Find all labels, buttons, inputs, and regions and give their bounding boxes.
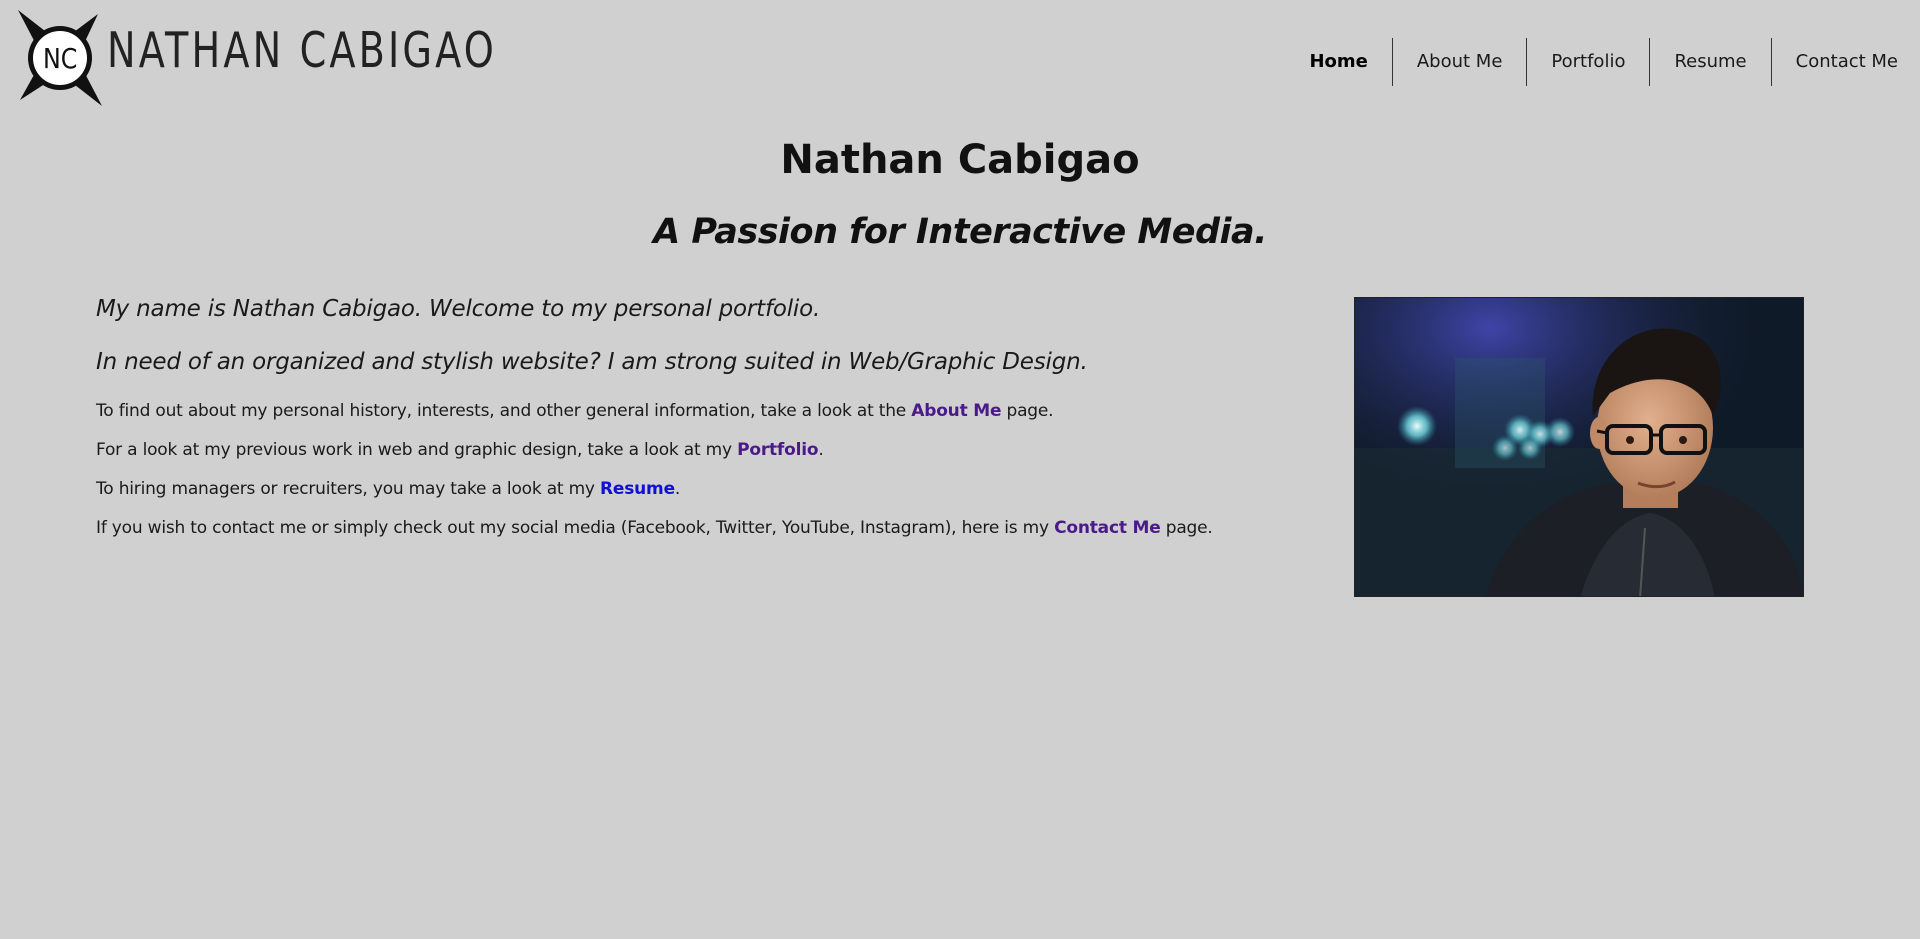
- resume-paragraph: To hiring managers or recruiters, you ma…: [96, 478, 1326, 500]
- about-paragraph: To find out about my personal history, i…: [96, 400, 1326, 422]
- portrait-photo: [1354, 297, 1804, 597]
- logo-icon[interactable]: NC: [10, 8, 110, 108]
- page-tagline: A Passion for Interactive Media.: [653, 212, 1267, 252]
- page-title: Nathan Cabigao: [780, 137, 1140, 183]
- contact-me-link[interactable]: Contact Me: [1054, 518, 1161, 538]
- nav-contact-me[interactable]: Contact Me: [1770, 38, 1920, 86]
- about-text-after: page.: [1001, 401, 1054, 421]
- intro-pitch: In need of an organized and stylish webs…: [96, 349, 1088, 375]
- portrait-illustration: [1355, 298, 1803, 596]
- portfolio-paragraph: For a look at my previous work in web an…: [96, 439, 1326, 461]
- contact-paragraph: If you wish to contact me or simply chec…: [96, 517, 1326, 539]
- logo-letters: NC: [43, 43, 77, 75]
- about-me-link[interactable]: About Me: [911, 401, 1001, 421]
- portfolio-text-after: .: [818, 440, 824, 460]
- nav-about-me[interactable]: About Me: [1391, 38, 1527, 86]
- nav-home[interactable]: Home: [1285, 38, 1391, 86]
- contact-text-before: If you wish to contact me or simply chec…: [96, 518, 1055, 538]
- portfolio-text-before: For a look at my previous work in web an…: [96, 440, 738, 460]
- resume-text-after: .: [674, 479, 681, 499]
- intro-welcome: My name is Nathan Cabigao. Welcome to my…: [96, 296, 821, 322]
- resume-text-before: To hiring managers or recruiters, you ma…: [96, 479, 601, 499]
- site-header: NC NATHAN CABIGAO Home About Me Portfoli…: [0, 0, 1920, 112]
- resume-link[interactable]: Resume: [600, 479, 675, 499]
- nav-portfolio[interactable]: Portfolio: [1526, 38, 1649, 86]
- nav-resume[interactable]: Resume: [1649, 38, 1770, 86]
- main-nav: Home About Me Portfolio Resume Contact M…: [1285, 38, 1920, 86]
- about-text-before: To find out about my personal history, i…: [96, 401, 912, 421]
- contact-text-after: page.: [1160, 518, 1213, 538]
- intro-content: My name is Nathan Cabigao. Welcome to my…: [96, 294, 1326, 556]
- site-title[interactable]: NATHAN CABIGAO: [107, 22, 497, 79]
- portfolio-link[interactable]: Portfolio: [737, 440, 818, 460]
